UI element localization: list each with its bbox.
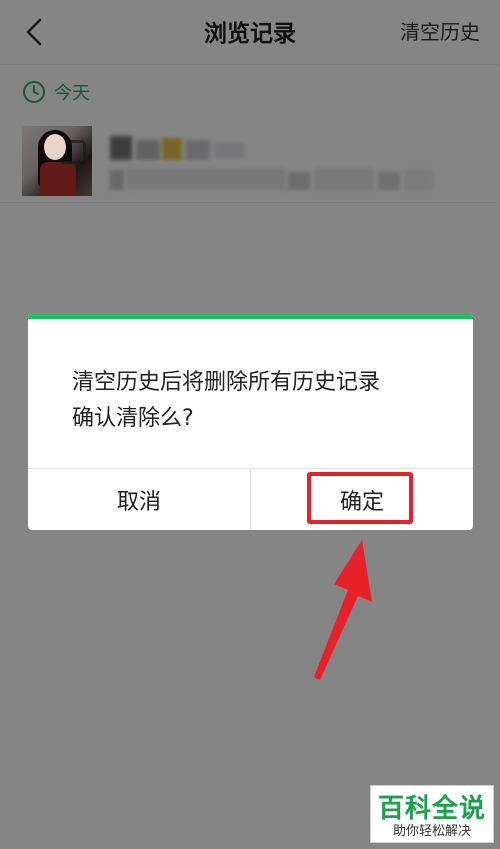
dialog-message: 清空历史后将删除所有历史记录 确认清除么? xyxy=(72,365,452,437)
dialog-button-row: 取消 确定 xyxy=(28,468,473,530)
cancel-button[interactable]: 取消 xyxy=(28,469,251,530)
dialog-message-line2: 确认清除么? xyxy=(72,406,194,431)
confirm-dialog: 清空历史后将删除所有历史记录 确认清除么? 取消 确定 xyxy=(28,313,473,530)
watermark-subtitle: 助你轻松解决 xyxy=(392,824,471,839)
dialog-message-line1: 清空历史后将删除所有历史记录 xyxy=(72,370,381,395)
watermark-logo: 百科全说 助你轻松解决 xyxy=(370,785,494,843)
arrow-annotation-icon xyxy=(314,540,372,680)
dialog-accent-bar xyxy=(28,313,473,319)
confirm-button[interactable]: 确定 xyxy=(251,469,473,530)
